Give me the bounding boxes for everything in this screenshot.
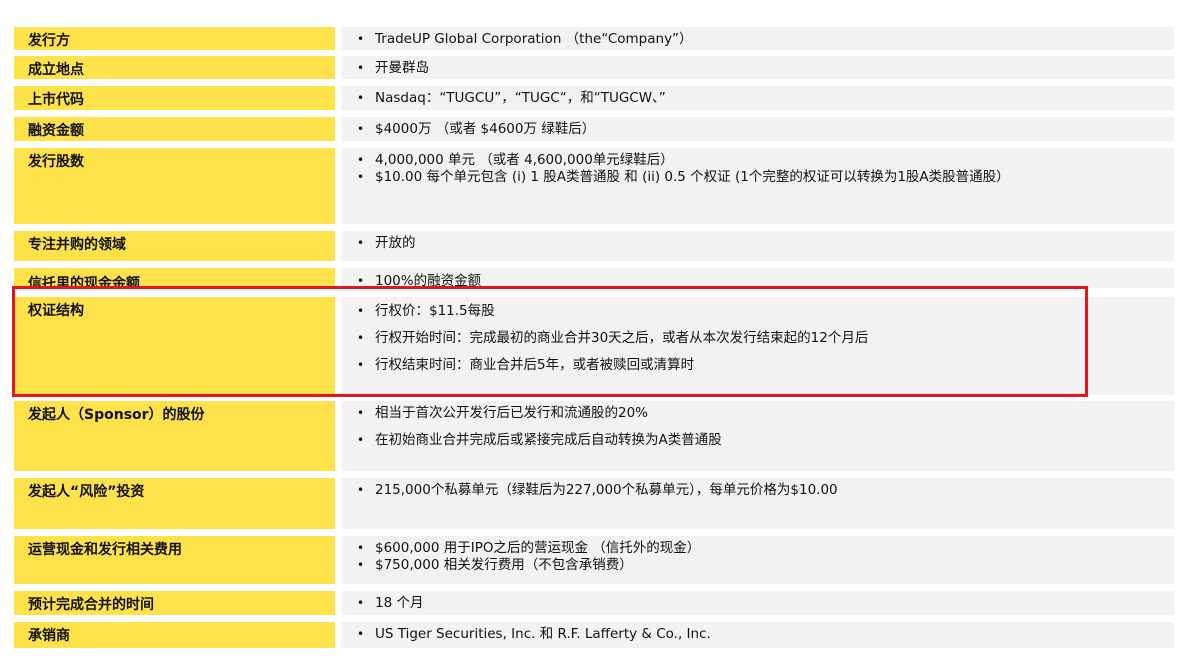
row-content: • $4000万 （或者 $4600万 绿鞋后） [341, 117, 1174, 141]
table-row-focus: 专注并购的领域 • 开放的 [14, 231, 1174, 261]
list-item: • 215,000个私募单元（绿鞋后为227,000个私募单元），每单元价格为$1… [357, 482, 838, 498]
row-content: • Nasdaq：“TUGCU”，“TUGC“，和“TUGCW、” [341, 86, 1174, 110]
bullet-icon: • [357, 236, 365, 250]
list-item: • $750,000 相关发行费用（不包含承销费） [357, 557, 633, 573]
row-content: • 开放的 [341, 231, 1174, 261]
bullet-icon: • [357, 32, 365, 46]
bullet-icon: • [357, 358, 365, 372]
bullet-icon: • [357, 627, 365, 641]
row-label: 成立地点 [14, 56, 335, 79]
table-row-trust: 信托里的现金金额 • 100%的融资金额 [14, 268, 1174, 288]
bullet-icon: • [357, 406, 365, 420]
table-row-financing: 融资金额 • $4000万 （或者 $4600万 绿鞋后） [14, 117, 1174, 141]
row-content: • 215,000个私募单元（绿鞋后为227,000个私募单元），每单元价格为$1… [341, 478, 1174, 529]
table-row-sponsor-investment: 发起人“风险”投资 • 215,000个私募单元（绿鞋后为227,000个私募单元… [14, 478, 1174, 529]
bullet-icon: • [357, 61, 365, 75]
table-row-warrant: 权证结构 • 行权价：$11.5每股 • 行权开始时间：完成最初的商业合并30天之后… [14, 297, 1174, 395]
bullet-icon: • [357, 433, 365, 447]
list-item: • 行权价：$11.5每股 [357, 303, 495, 319]
list-item: • $10.00 每个单元包含 (i) 1 股A类普通股 和 (ii) 0.5 个… [357, 169, 1010, 185]
table-row-sponsor-shares: 发起人（Sponsor）的股份 • 相当于首次公开发行后已发行和流通股的20% •… [14, 401, 1174, 471]
list-item: • TradeUP Global Corporation （the“Company… [357, 31, 693, 47]
bullet-icon: • [357, 541, 365, 555]
list-item: • 行权结束时间：商业合并后5年，或者被赎回或清算时 [357, 357, 695, 373]
row-label: 专注并购的领域 [14, 231, 335, 261]
bullet-icon: • [357, 483, 365, 497]
bullet-icon: • [357, 274, 365, 288]
bullet-icon: • [357, 304, 365, 318]
table-row-location: 成立地点 • 开曼群岛 [14, 56, 1174, 79]
list-item: • 4,000,000 单元 （或者 4,600,000单元绿鞋后） [357, 152, 674, 168]
bullet-icon: • [357, 122, 365, 136]
list-item: • Nasdaq：“TUGCU”，“TUGC“，和“TUGCW、” [357, 90, 666, 106]
list-item: • US Tiger Securities, Inc. 和 R.F. Laffer… [357, 626, 711, 642]
bullet-icon: • [357, 153, 365, 167]
row-label: 权证结构 [14, 297, 335, 395]
table-row-underwriter: 承销商 • US Tiger Securities, Inc. 和 R.F. La… [14, 622, 1174, 648]
row-label: 融资金额 [14, 117, 335, 141]
bullet-icon: • [357, 170, 365, 184]
bullet-icon: • [357, 596, 365, 610]
row-content: • $600,000 用于IPO之后的营运现金 （信托外的现金） • $750,00… [341, 536, 1174, 584]
table-row-issuer: 发行方 • TradeUP Global Corporation （the“Com… [14, 27, 1174, 50]
row-content: • 18 个月 [341, 591, 1174, 615]
row-content: • 4,000,000 单元 （或者 4,600,000单元绿鞋后） • $10.0… [341, 148, 1174, 224]
row-label: 发行方 [14, 27, 335, 50]
list-item: • 行权开始时间：完成最初的商业合并30天之后，或者从本次发行结束起的12个月后 [357, 330, 869, 346]
table-row-shares: 发行股数 • 4,000,000 单元 （或者 4,600,000单元绿鞋后） •… [14, 148, 1174, 224]
row-label: 信托里的现金金额 [14, 268, 335, 288]
table-row-operating-cash: 运营现金和发行相关费用 • $600,000 用于IPO之后的营运现金 （信托外的… [14, 536, 1174, 584]
row-label: 发起人“风险”投资 [14, 478, 335, 529]
row-label: 发行股数 [14, 148, 335, 224]
list-item: • 开曼群岛 [357, 60, 429, 76]
table-row-ticker: 上市代码 • Nasdaq：“TUGCU”，“TUGC“，和“TUGCW、” [14, 86, 1174, 110]
list-item: • 开放的 [357, 235, 416, 251]
row-content: • 相当于首次公开发行后已发行和流通股的20% • 在初始商业合并完成后或紧接完成后… [341, 401, 1174, 471]
row-label: 上市代码 [14, 86, 335, 110]
row-content: • 100%的融资金额 [341, 268, 1174, 288]
row-label: 预计完成合并的时间 [14, 591, 335, 615]
row-content: • 开曼群岛 [341, 56, 1174, 79]
row-content: • 行权价：$11.5每股 • 行权开始时间：完成最初的商业合并30天之后，或者从本… [341, 297, 1174, 395]
list-item: • 18 个月 [357, 595, 424, 611]
list-item: • 相当于首次公开发行后已发行和流通股的20% [357, 405, 649, 421]
list-item: • $4000万 （或者 $4600万 绿鞋后） [357, 121, 596, 137]
table-row-timeline: 预计完成合并的时间 • 18 个月 [14, 591, 1174, 615]
row-label: 承销商 [14, 622, 335, 648]
row-content: • TradeUP Global Corporation （the“Company… [341, 27, 1174, 50]
row-label: 发起人（Sponsor）的股份 [14, 401, 335, 471]
bullet-icon: • [357, 558, 365, 572]
bullet-icon: • [357, 331, 365, 345]
bullet-icon: • [357, 91, 365, 105]
list-item: • 100%的融资金额 [357, 273, 482, 288]
list-item: • 在初始商业合并完成后或紧接完成后自动转换为A类普通股 [357, 432, 722, 448]
row-label: 运营现金和发行相关费用 [14, 536, 335, 584]
row-content: • US Tiger Securities, Inc. 和 R.F. Laffer… [341, 622, 1174, 648]
list-item: • $600,000 用于IPO之后的营运现金 （信托外的现金） [357, 540, 701, 556]
